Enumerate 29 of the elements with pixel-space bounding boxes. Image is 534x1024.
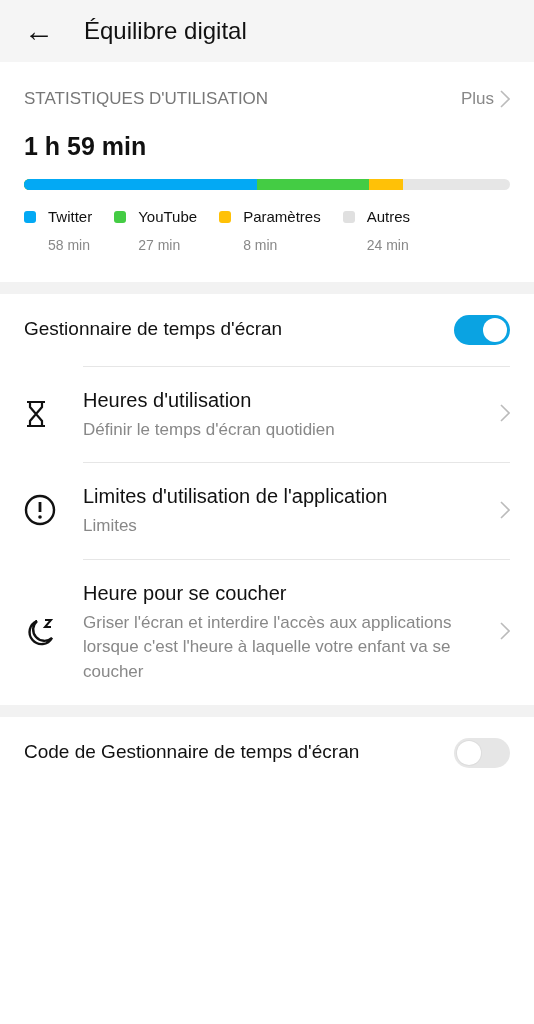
alert-icon <box>24 494 56 527</box>
legend-label: Paramètres <box>243 207 321 227</box>
item-title[interactable]: Heures d'utilisation <box>83 384 476 415</box>
setting-label: Code de Gestionnaire de temps d'écran <box>24 740 360 765</box>
item-title[interactable]: Heure pour se coucher <box>83 577 476 608</box>
item-subtitle: Définir le temps d'écran quotidien <box>83 418 336 441</box>
hourglass-icon <box>24 399 48 428</box>
chevron-icon <box>500 404 510 423</box>
item-subtitle: Griser l'écran et interdire l'accès aux applications lorsque c'est l'heure à laquelle votre enfant va se coucher <box>83 611 453 684</box>
legend-time: 8 min <box>243 235 279 255</box>
legend-time: 27 min <box>138 235 182 255</box>
toggle-switch[interactable] <box>454 314 510 345</box>
chevron-icon <box>500 500 510 519</box>
section-heading: STATISTIQUES D'UTILISATION <box>24 88 269 110</box>
chevron-icon <box>500 89 510 108</box>
page-title: Équilibre digital <box>84 16 247 46</box>
more-link[interactable]: Plus <box>460 86 510 112</box>
toggle-switch[interactable] <box>454 737 510 768</box>
item-subtitle: Limites <box>83 515 138 538</box>
legend-label: Twitter <box>48 207 93 227</box>
legend-label: Autres <box>366 207 411 227</box>
legend-time: 24 min <box>366 235 410 255</box>
setting-label: Gestionnaire de temps d'écran <box>24 317 283 342</box>
legend-time: 58 min <box>48 235 92 255</box>
legend-label: YouTube <box>138 207 198 227</box>
chevron-icon <box>500 622 510 641</box>
total-usage: 1 h 59 min <box>24 130 148 162</box>
item-title[interactable]: Limites d'utilisation de l'application <box>83 481 476 512</box>
back-button[interactable]: ← <box>24 16 54 46</box>
